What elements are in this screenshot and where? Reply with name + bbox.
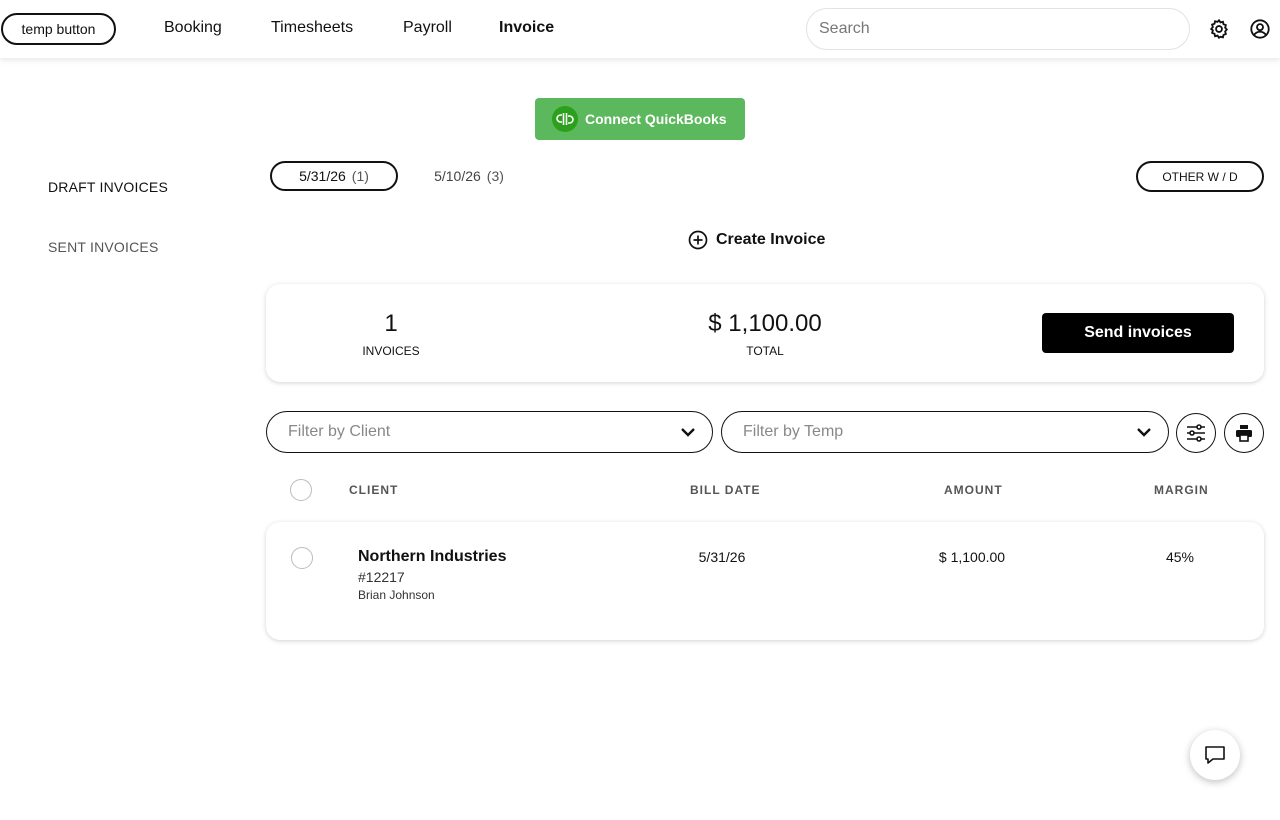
total-stat: $ 1,100.00 TOTAL bbox=[675, 310, 855, 358]
column-header-client[interactable]: CLIENT bbox=[349, 483, 398, 497]
user-circle-icon[interactable] bbox=[1248, 17, 1272, 41]
week-tab-count: (3) bbox=[486, 168, 504, 184]
nav-invoice[interactable]: Invoice bbox=[499, 19, 554, 37]
print-button[interactable] bbox=[1224, 413, 1264, 453]
week-tab-date: 5/31/26 bbox=[299, 168, 346, 184]
filter-settings-button[interactable] bbox=[1176, 413, 1216, 453]
nav-timesheets[interactable]: Timesheets bbox=[271, 19, 353, 37]
total-label: TOTAL bbox=[746, 344, 784, 358]
invoice-summary-card: 1 INVOICES $ 1,100.00 TOTAL Send invoice… bbox=[266, 284, 1264, 382]
create-invoice-button[interactable]: Create Invoice bbox=[688, 229, 825, 251]
chat-icon bbox=[1205, 746, 1225, 764]
top-navigation: temp button Booking Timesheets Payroll I… bbox=[0, 0, 1280, 58]
printer-icon bbox=[1236, 425, 1252, 442]
temp-name: Brian Johnson bbox=[358, 588, 435, 602]
connect-quickbooks-button[interactable]: Connect QuickBooks bbox=[535, 98, 745, 140]
column-header-amount[interactable]: AMOUNT bbox=[944, 483, 1003, 497]
invoice-number: #12217 bbox=[358, 569, 405, 585]
quickbooks-logo-icon bbox=[552, 106, 578, 132]
chevron-down-icon bbox=[681, 428, 695, 437]
sidebar-item-sent-invoices[interactable]: SENT INVOICES bbox=[48, 239, 158, 255]
chevron-down-icon bbox=[1137, 428, 1151, 437]
connect-quickbooks-label: Connect QuickBooks bbox=[585, 111, 727, 127]
table-row[interactable]: Northern Industries #12217 Brian Johnson… bbox=[266, 522, 1264, 640]
gear-icon[interactable] bbox=[1207, 17, 1231, 41]
client-name[interactable]: Northern Industries bbox=[358, 548, 506, 566]
temp-button[interactable]: temp button bbox=[1, 13, 116, 45]
create-invoice-label: Create Invoice bbox=[716, 231, 826, 248]
invoices-count: 1 bbox=[384, 310, 398, 337]
filter-temp-placeholder: Filter by Temp bbox=[743, 423, 844, 440]
chat-button[interactable] bbox=[1190, 730, 1240, 780]
amount: $ 1,100.00 bbox=[938, 549, 1006, 565]
filter-by-temp-select[interactable]: Filter by Temp bbox=[721, 411, 1169, 453]
bill-date: 5/31/26 bbox=[698, 549, 746, 565]
invoices-label: INVOICES bbox=[362, 344, 420, 358]
sidebar-item-draft-invoices[interactable]: DRAFT INVOICES bbox=[48, 179, 168, 195]
plus-circle-icon bbox=[688, 230, 708, 250]
filter-client-placeholder: Filter by Client bbox=[288, 423, 391, 440]
week-tab-date: 5/10/26 bbox=[434, 168, 481, 184]
search-input[interactable] bbox=[806, 8, 1190, 50]
week-tab-5-10-26[interactable]: 5/10/26 (3) bbox=[410, 161, 528, 191]
other-week-button[interactable]: OTHER W / D bbox=[1136, 161, 1264, 192]
select-all-checkbox[interactable] bbox=[290, 479, 312, 501]
week-tab-5-31-26[interactable]: 5/31/26 (1) bbox=[270, 161, 398, 191]
margin: 45% bbox=[1165, 549, 1195, 565]
filter-by-client-select[interactable]: Filter by Client bbox=[266, 411, 713, 453]
send-invoices-button[interactable]: Send invoices bbox=[1042, 313, 1234, 353]
row-checkbox[interactable] bbox=[291, 547, 313, 569]
column-header-margin[interactable]: MARGIN bbox=[1154, 483, 1209, 497]
total-value: $ 1,100.00 bbox=[708, 310, 822, 337]
sliders-icon bbox=[1187, 424, 1205, 442]
week-tab-count: (1) bbox=[351, 168, 369, 184]
nav-booking[interactable]: Booking bbox=[164, 19, 222, 37]
invoices-count-stat: 1 INVOICES bbox=[341, 310, 441, 358]
nav-payroll[interactable]: Payroll bbox=[403, 19, 452, 37]
column-header-bill-date[interactable]: BILL DATE bbox=[690, 483, 761, 497]
